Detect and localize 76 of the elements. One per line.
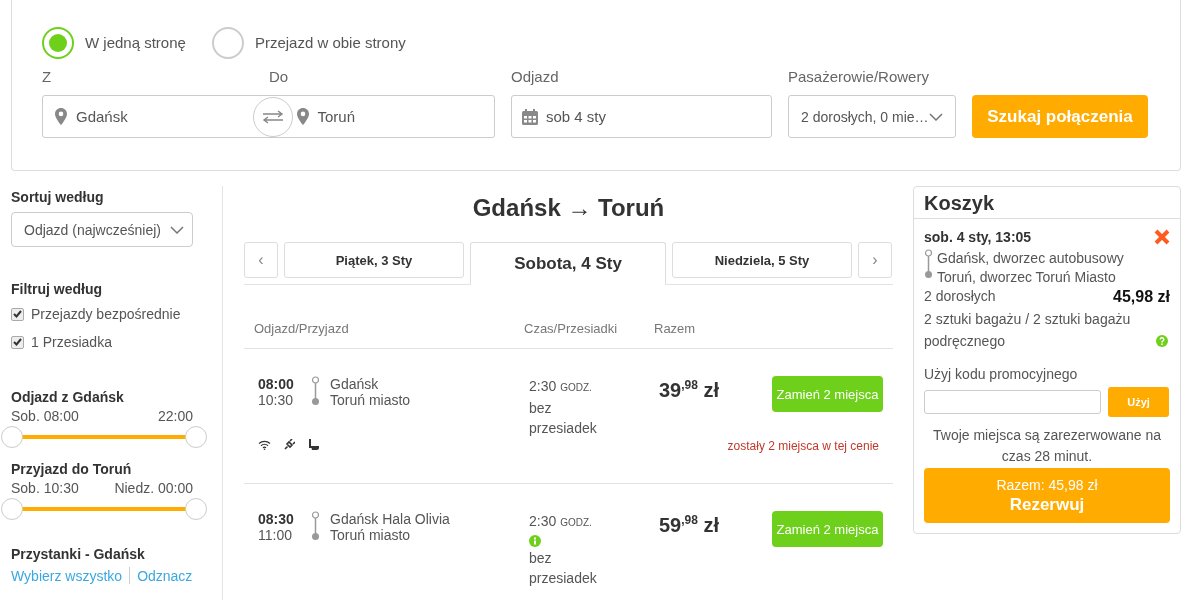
checkbox-label: 1 Przesiadka [31,334,112,350]
column-header: Odjazd/Przyjazd [254,321,350,338]
location-pin-icon [55,108,67,125]
checkbox[interactable] [11,307,24,321]
date-label: Odjazd [511,67,560,87]
day-tab[interactable]: Sobota, 4 Sty [470,242,666,285]
range-min-label: Sob. 10:30 [11,480,79,496]
route-title: Gdańsk → Toruń [471,194,666,222]
passengers-label: Pasażerowie/Rowery [788,67,930,87]
filter-heading: Filtruj według [11,280,103,298]
range-heading: Przyjazd do Toruń [11,460,133,478]
previous-day-button[interactable]: ‹ [244,242,278,278]
range-slider[interactable] [1,426,205,448]
range-slider[interactable] [1,498,205,520]
reservation-notice: Twoje miejsca są zarezerwowane na czas 28 minut. [932,426,1162,466]
wifi-icon [258,439,271,450]
range-max-label: 22:00 [157,408,193,424]
radio-label: W jedną stronę [85,34,186,51]
promo-code-field[interactable] [924,390,1101,414]
departure-stop: Gdańsk [330,376,380,392]
sort-dropdown[interactable]: Odjazd (najwcześniej) [11,212,193,247]
arrival-time: 11:00 [258,527,293,543]
day-tab[interactable]: Niedziela, 5 Sty [672,242,852,278]
checkbox-label: Przejazdy bezpośrednie [31,306,181,322]
departure-time: 08:30 [258,511,295,527]
route-line-icon [311,511,320,541]
stops-heading: Przystanki - Gdańsk [11,545,146,563]
departure-stop: Gdańsk Hala Olivia [330,511,450,527]
transfers: bez przesiadek [529,399,598,438]
swap-arrows-icon [261,109,284,124]
from-field[interactable]: Gdańsk [43,108,253,125]
seat-icon [308,439,319,450]
sort-heading: Sortuj według [11,188,105,206]
cart-title: Koszyk [914,187,1180,219]
seats-left-note: zostały 2 miejsca w tej cenie [727,439,879,453]
from-label: Z [42,67,53,87]
column-header: Czas/Przesiadki [524,321,619,338]
cart-price: 45,98 zł [1113,288,1170,306]
radio-label: Przejazd w obie strony [254,34,406,51]
arrival-stop: Toruń, dworzec Toruń Miasto [937,268,1117,287]
luggage-info: 2 sztuki bagażu / 2 sztuki bagażu podręcznego [924,310,1132,351]
day-tab[interactable]: Piątek, 3 Sty [284,242,464,278]
departure-stop: Gdańsk, dworzec autobusowy [937,249,1124,268]
arrival-stop: Toruń miasto [330,392,411,408]
to-field[interactable]: Toruń [292,108,494,125]
range-max-label: Niedz. 00:00 [114,480,193,496]
next-day-button[interactable]: › [858,242,892,278]
to-label: Do [269,67,289,87]
passengers-dropdown[interactable]: 2 dorosłych, 0 mie… [788,95,956,138]
range-min-label: Sob. 08:00 [11,408,79,424]
route-line-icon [924,249,933,279]
help-icon[interactable] [1155,335,1168,347]
trip-type-radio[interactable]: W jedną stronę [42,26,186,59]
arrival-time: 10:30 [258,392,295,408]
route-line-icon [311,376,320,406]
chevron-down-icon [929,112,943,121]
plug-icon [284,439,295,450]
column-header: Razem [654,321,697,338]
close-icon[interactable] [1154,229,1170,245]
info-icon[interactable] [529,535,541,547]
trip-date: sob. 4 sty, 13:05 [924,229,1032,245]
date-field[interactable]: sob 4 sty [511,95,772,138]
price: 59$^{,98}$ zł [659,513,720,537]
trip-type-radio[interactable]: Przejazd w obie strony [211,26,406,59]
promo-label: Użyj kodu promocyjnego [924,366,1079,382]
transfers: bez przesiadek [529,549,598,588]
range-heading: Odjazd z Gdańsk [11,388,125,406]
passenger-count: 2 dorosłych [924,288,996,306]
arrival-stop: Toruń miasto [330,527,412,543]
swap-button[interactable] [252,96,293,137]
chevron-down-icon [170,225,184,234]
calendar-icon [522,108,538,125]
departure-time: 08:00 [258,376,295,392]
location-pin-icon [296,108,309,125]
price: 39$^{,98}$ zł [659,378,720,402]
checkbox[interactable] [11,335,24,349]
